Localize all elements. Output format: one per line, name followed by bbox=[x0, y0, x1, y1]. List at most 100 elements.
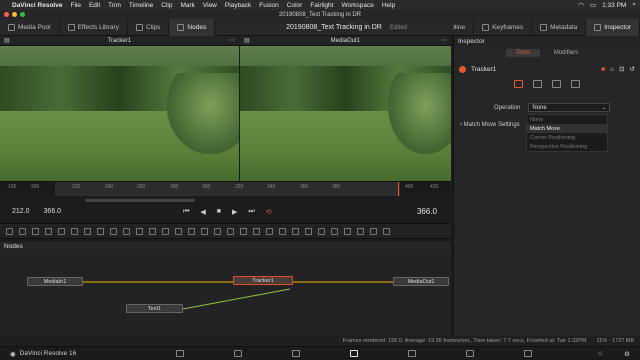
node-editor[interactable]: MediaIn1 Tracker1 MediaOut1 Text1 bbox=[0, 251, 451, 336]
inspector-button[interactable]: Inspector bbox=[586, 18, 640, 36]
current-frame[interactable]: 366.0 bbox=[417, 207, 437, 216]
tab-tools[interactable]: Tools bbox=[505, 49, 540, 57]
match-move-settings[interactable]: › Match Move Settings bbox=[460, 122, 520, 128]
node-mediain[interactable]: MediaIn1 bbox=[27, 277, 83, 286]
pin-icon[interactable]: ⌂ bbox=[610, 66, 614, 73]
viewer-left-image[interactable] bbox=[0, 46, 239, 181]
option-perspective-positioning[interactable]: Perspective Positioning bbox=[527, 142, 607, 151]
media-page-icon[interactable] bbox=[176, 350, 185, 357]
tool-icon[interactable] bbox=[149, 227, 156, 235]
lock-icon[interactable]: ⊡ bbox=[619, 65, 624, 73]
zoom-window-button[interactable] bbox=[20, 12, 25, 17]
tool-icon[interactable] bbox=[110, 227, 117, 235]
start-frame-field[interactable]: 212.0 bbox=[12, 208, 30, 215]
battery-icon[interactable]: ▭ bbox=[590, 1, 596, 9]
go-to-end-icon[interactable]: ⏭ bbox=[248, 208, 254, 216]
home-icon[interactable]: ⌂ bbox=[598, 350, 602, 357]
close-window-button[interactable] bbox=[4, 12, 9, 17]
tool-icon[interactable] bbox=[175, 227, 182, 235]
menu-mark[interactable]: Mark bbox=[180, 2, 194, 9]
minimize-window-button[interactable] bbox=[12, 12, 17, 17]
play-reverse-icon[interactable]: ◀ bbox=[200, 208, 205, 216]
play-icon[interactable]: ▶ bbox=[232, 208, 237, 216]
option-none[interactable]: None bbox=[527, 115, 607, 124]
tool-icon[interactable] bbox=[162, 227, 169, 235]
tool-icon[interactable] bbox=[6, 227, 13, 235]
operation-select[interactable]: None ⌄ bbox=[528, 103, 611, 112]
go-to-start-icon[interactable]: ⏮ bbox=[183, 208, 189, 216]
node-enable-toggle[interactable] bbox=[459, 65, 466, 73]
menu-clip[interactable]: Clip bbox=[161, 2, 172, 9]
node-mediaout[interactable]: MediaOut1 bbox=[393, 277, 449, 286]
media-pool-button[interactable]: Media Pool bbox=[0, 18, 60, 36]
viewer-options-icon[interactable]: ▤ bbox=[4, 37, 10, 44]
tool-icon[interactable] bbox=[383, 227, 390, 235]
viewer-menu-icon[interactable]: ⋯ bbox=[229, 37, 235, 44]
tool-icon[interactable] bbox=[71, 227, 78, 235]
metadata-button[interactable]: Metadata bbox=[532, 18, 587, 36]
nodes-button[interactable]: Nodes bbox=[169, 18, 216, 36]
trackers-subtab-icon[interactable] bbox=[514, 80, 523, 88]
menu-file[interactable]: File bbox=[70, 2, 80, 9]
node-color-icon[interactable]: ■ bbox=[601, 66, 605, 73]
settings-icon[interactable]: ⚙ bbox=[624, 350, 630, 358]
tool-icon[interactable] bbox=[58, 227, 65, 235]
viewer-options-icon[interactable]: ▤ bbox=[244, 37, 250, 44]
tool-icon[interactable] bbox=[188, 227, 195, 235]
tool-icon[interactable] bbox=[240, 227, 247, 235]
tool-icon[interactable] bbox=[123, 227, 130, 235]
tool-icon[interactable] bbox=[19, 227, 26, 235]
menu-help[interactable]: Help bbox=[382, 2, 395, 9]
time-ruler[interactable]: 160 200 220 240 260 280 300 320 340 360 … bbox=[0, 181, 451, 196]
menu-clock[interactable]: 1:33 PM bbox=[602, 2, 626, 9]
reset-icon[interactable]: ↺ bbox=[630, 65, 635, 73]
menu-fusion[interactable]: Fusion bbox=[259, 2, 279, 9]
tool-icon[interactable] bbox=[227, 227, 234, 235]
tool-icon[interactable] bbox=[253, 227, 260, 235]
viewer-menu-icon[interactable]: ⋯ bbox=[441, 37, 447, 44]
fusion-page-icon[interactable] bbox=[350, 350, 359, 357]
tool-icon[interactable] bbox=[45, 227, 52, 235]
menu-trim[interactable]: Trim bbox=[108, 2, 121, 9]
settings-subtab-icon[interactable] bbox=[571, 80, 580, 88]
menu-workspace[interactable]: Workspace bbox=[341, 2, 373, 9]
tool-icon[interactable] bbox=[331, 227, 338, 235]
timeline-scrollbar[interactable] bbox=[85, 199, 195, 202]
tool-icon[interactable] bbox=[266, 227, 273, 235]
tool-icon[interactable] bbox=[279, 227, 286, 235]
deliver-page-icon[interactable] bbox=[524, 350, 533, 357]
edit-page-icon[interactable] bbox=[292, 350, 301, 357]
viewer-left[interactable]: ▤ Tracker1 ⋯ bbox=[0, 36, 239, 181]
loop-icon[interactable]: ⟲ bbox=[266, 208, 272, 216]
tool-icon[interactable] bbox=[84, 227, 91, 235]
menu-view[interactable]: View bbox=[203, 2, 217, 9]
tool-icon[interactable] bbox=[357, 227, 364, 235]
menu-color[interactable]: Color bbox=[287, 2, 303, 9]
tool-icon[interactable] bbox=[136, 227, 143, 235]
tool-icon[interactable] bbox=[214, 227, 221, 235]
option-match-move[interactable]: Match Move bbox=[527, 124, 607, 133]
tool-icon[interactable] bbox=[292, 227, 299, 235]
operation-subtab-icon[interactable] bbox=[533, 80, 542, 88]
cut-page-icon[interactable] bbox=[234, 350, 243, 357]
tool-icon[interactable] bbox=[305, 227, 312, 235]
tool-icon[interactable] bbox=[201, 227, 208, 235]
clips-button[interactable]: Clips bbox=[128, 18, 170, 36]
wifi-icon[interactable]: ◠ bbox=[578, 1, 584, 9]
keyframes-button[interactable]: Keyframes bbox=[474, 18, 533, 36]
playhead[interactable] bbox=[398, 182, 399, 196]
menu-playback[interactable]: Playback bbox=[225, 2, 251, 9]
tool-icon[interactable] bbox=[318, 227, 325, 235]
search-icon[interactable]: ⌕ bbox=[632, 1, 636, 9]
tab-modifiers[interactable]: Modifiers bbox=[544, 49, 588, 57]
menu-fairlight[interactable]: Fairlight bbox=[310, 2, 333, 9]
fairlight-page-icon[interactable] bbox=[466, 350, 475, 357]
tool-icon[interactable] bbox=[370, 227, 377, 235]
viewer-right-image[interactable] bbox=[240, 46, 451, 181]
option-corner-positioning[interactable]: Corner Positioning bbox=[527, 133, 607, 142]
tool-icon[interactable] bbox=[97, 227, 104, 235]
node-text[interactable]: Text1 bbox=[126, 304, 183, 313]
color-page-icon[interactable] bbox=[408, 350, 417, 357]
menu-app-name[interactable]: DaVinci Resolve bbox=[12, 2, 62, 9]
effects-library-button[interactable]: Effects Library bbox=[60, 18, 128, 36]
